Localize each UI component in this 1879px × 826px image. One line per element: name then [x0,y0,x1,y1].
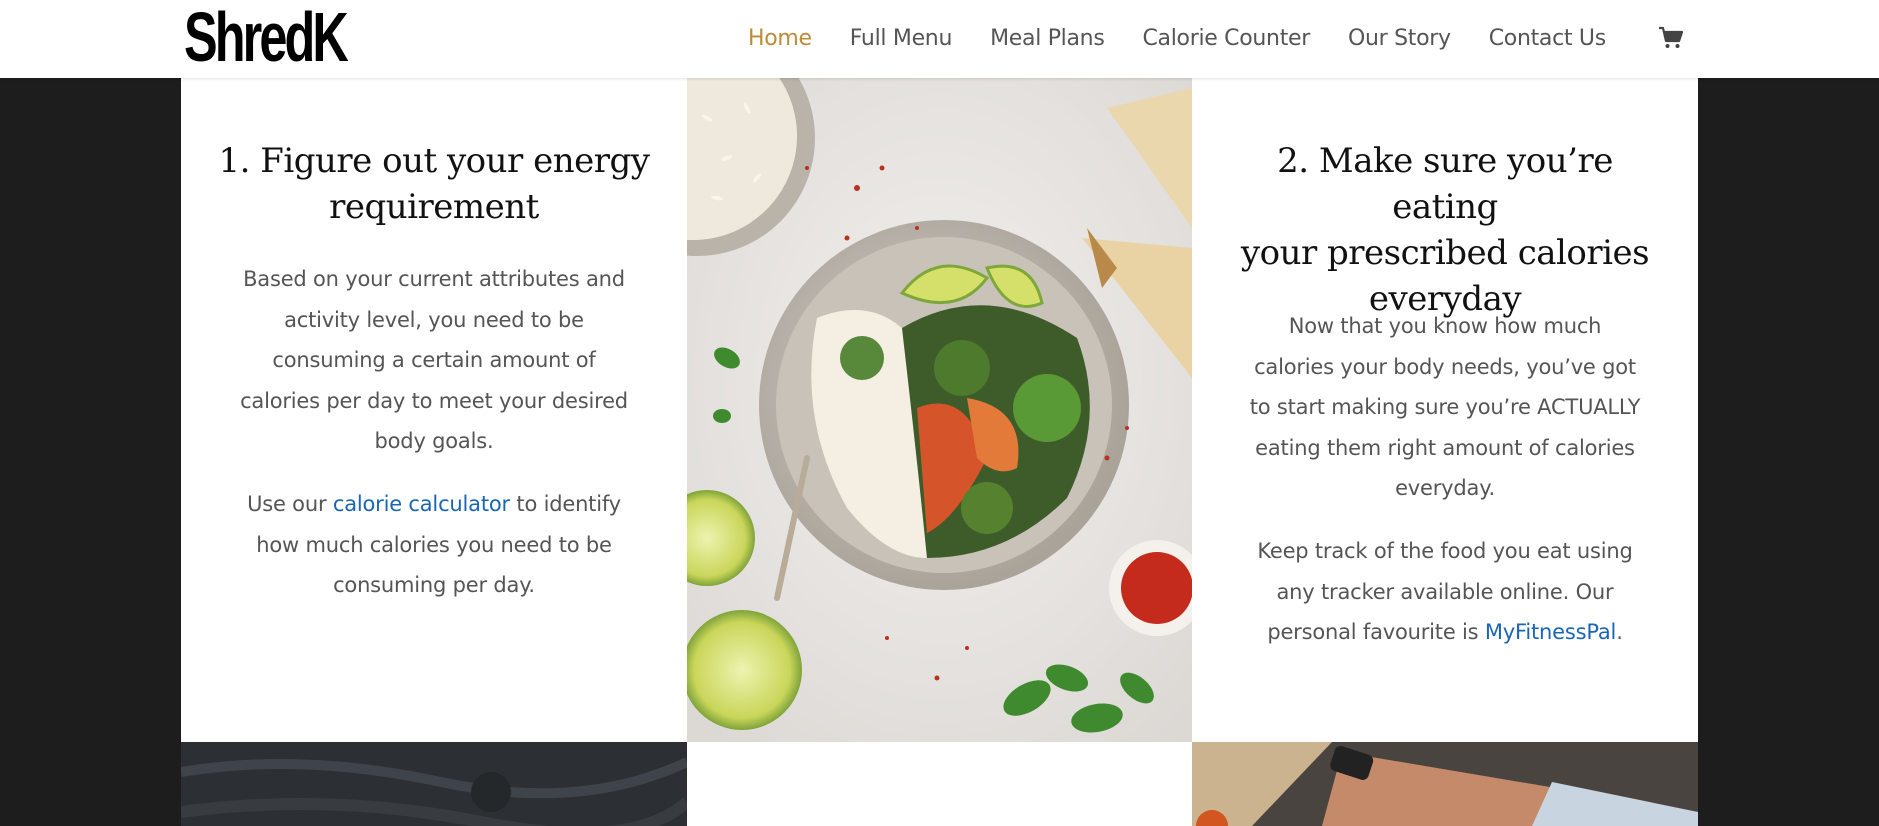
nav-item-meal-plans[interactable]: Meal Plans [990,26,1105,51]
tracker-text: Keep track of the food you eat using any… [1257,539,1633,644]
energy-requirement-text: Based on your current attributes and act… [240,267,628,453]
energy-requirement-panel: 1. Figure out your energy requirement Ba… [181,78,687,742]
nav-item-calorie-counter[interactable]: Calorie Counter [1142,26,1310,51]
site-logo[interactable]: ShredK [184,2,349,72]
wine-bottle-illustration [1192,742,1698,826]
prescribed-calories-text: Now that you know how much calories your… [1249,314,1641,500]
calorie-calculator-link[interactable]: calorie calculator [333,492,510,516]
dark-texture-illustration [181,742,687,826]
prescribed-calories-panel: 2. Make sure you’re eating your prescrib… [1192,78,1698,742]
site-header: ShredK Home Full Menu Meal Plans Calorie… [0,0,1879,78]
prescribed-calories-heading: 2. Make sure you’re eating your prescrib… [1240,141,1650,319]
main-nav: Home Full Menu Meal Plans Calorie Counte… [748,20,1644,56]
energy-requirement-heading: 1. Figure out your energy requirement [218,141,650,227]
nav-item-our-story[interactable]: Our Story [1348,26,1451,51]
calculator-text: Use our calorie calculator to identify h… [247,492,621,597]
food-bowl-image [687,78,1192,742]
shopping-cart-icon[interactable] [1658,26,1684,50]
dark-texture-image [181,742,687,826]
nav-item-home[interactable]: Home [748,26,812,51]
food-bowl-illustration [687,78,1192,742]
nav-item-full-menu[interactable]: Full Menu [850,26,953,51]
wine-bottle-image [1192,742,1698,826]
myfitnesspal-link[interactable]: MyFitnessPal [1485,620,1617,644]
next-section-panel [687,742,1192,826]
nav-item-contact-us[interactable]: Contact Us [1489,26,1606,51]
